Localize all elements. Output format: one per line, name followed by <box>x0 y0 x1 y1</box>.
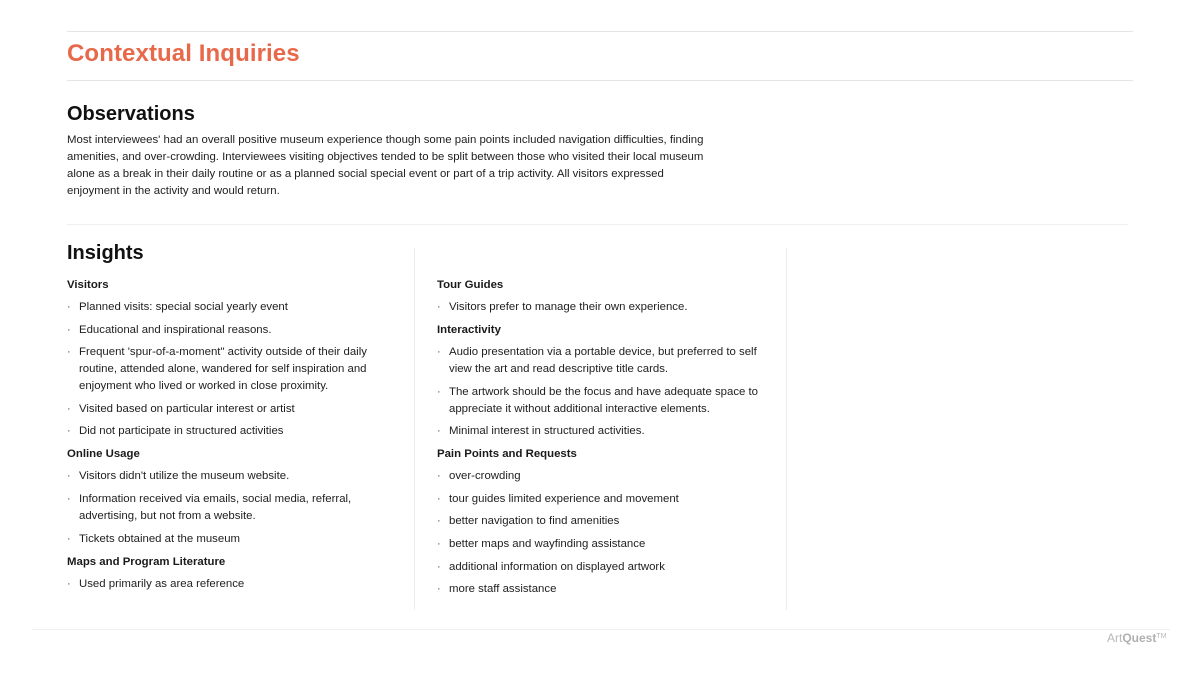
bullet-icon: · <box>67 470 71 483</box>
trademark-mark: TM <box>1156 633 1167 640</box>
brand-logo: ArtQuestTM <box>1107 631 1166 645</box>
insight-group-title: Visitors <box>67 279 109 291</box>
observations-heading: Observations <box>67 103 195 125</box>
list-item: · Did not participate in structured activ… <box>67 423 387 440</box>
list-item: · Visitors didn't utilize the museum webs… <box>67 468 387 485</box>
list-item-text: Used primarily as area reference <box>79 577 245 590</box>
list-item: · Frequent 'spur-of-a-moment" activity ou… <box>67 344 387 395</box>
bullet-icon: · <box>437 583 441 596</box>
insight-list: · Visitors prefer to manage their own exp… <box>437 299 767 316</box>
column-divider <box>786 248 787 610</box>
bullet-icon: · <box>437 301 441 313</box>
list-item-text: Educational and inspirational reasons. <box>79 323 272 336</box>
list-item: · better navigation to find amenities <box>437 513 767 530</box>
list-item: · better maps and wayfinding assistance <box>437 536 767 553</box>
list-item: · Educational and inspirational reasons. <box>67 322 387 339</box>
bullet-icon: · <box>437 346 441 358</box>
list-item-text: The artwork should be the focus and have… <box>449 385 759 415</box>
list-item: · more staff assistance <box>437 581 767 598</box>
section-divider <box>67 224 1128 225</box>
bullet-icon: · <box>437 492 441 505</box>
brand-light: Art <box>1107 631 1123 645</box>
top-divider <box>67 31 1133 32</box>
insight-list: · Planned visits: special social yearly e… <box>67 299 387 440</box>
column-divider <box>414 248 415 610</box>
insight-group-title: Tour Guides <box>437 279 504 291</box>
bullet-icon: · <box>67 492 71 505</box>
insight-group-title: Online Usage <box>67 448 140 461</box>
list-item: · tour guides limited experience and move… <box>437 491 767 508</box>
list-item-text: Visited based on particular interest or … <box>79 402 295 415</box>
insight-list: · Used primarily as area reference <box>67 576 387 593</box>
bullet-icon: · <box>437 385 441 398</box>
bullet-icon: · <box>67 402 71 415</box>
list-item-text: Tickets obtained at the museum <box>79 532 241 545</box>
list-item: · Information received via emails, social… <box>67 491 387 525</box>
bullet-icon: · <box>437 425 441 438</box>
insight-list: · over-crowding · tour guides limited exper… <box>437 468 767 598</box>
bullet-icon: · <box>67 323 71 336</box>
list-item-text: Frequent 'spur-of-a-moment" activity out… <box>79 346 367 393</box>
insight-group-title: Maps and Program Literature <box>67 555 226 568</box>
title-divider <box>67 80 1133 81</box>
bullet-icon: · <box>67 301 71 313</box>
list-item-text: additional information on displayed artw… <box>449 560 665 573</box>
list-item: · Visitors prefer to manage their own exp… <box>437 299 767 316</box>
list-item: · Visited based on particular interest or… <box>67 401 387 418</box>
list-item: · Planned visits: special social yearly e… <box>67 299 387 316</box>
footer-divider <box>32 629 1170 630</box>
bullet-icon: · <box>437 560 441 573</box>
list-item: · Minimal interest in structured activiti… <box>437 423 767 440</box>
observations-text: Most interviewees' had an overall positi… <box>67 134 704 197</box>
list-item-text: Audio presentation via a portable device… <box>449 346 757 375</box>
list-item-text: better maps and wayfinding assistance <box>449 537 646 550</box>
list-item-text: Did not participate in structured activi… <box>79 425 284 438</box>
bullet-icon: · <box>67 425 71 438</box>
list-item-text: Visitors didn't utilize the museum websi… <box>79 470 290 483</box>
list-item-text: over-crowding <box>449 470 521 483</box>
list-item-text: Planned visits: special social yearly ev… <box>79 301 288 313</box>
insight-group-title: Interactivity <box>437 324 501 336</box>
brand-bold: Quest <box>1122 631 1157 645</box>
insights-column-1: Visitors · Planned visits: special social … <box>67 277 387 599</box>
list-item-text: tour guides limited experience and movem… <box>449 492 679 505</box>
list-item: · Tickets obtained at the museum <box>67 531 387 548</box>
bullet-icon: · <box>437 470 441 483</box>
insight-group-title: Pain Points and Requests <box>437 448 577 461</box>
insights-column-2: Tour Guides · Visitors prefer to manage th… <box>437 277 767 604</box>
insights-heading: Insights <box>67 242 144 264</box>
list-item: · Audio presentation via a portable devic… <box>437 344 767 378</box>
list-item: · additional information on displayed art… <box>437 559 767 576</box>
bullet-icon: · <box>67 346 71 359</box>
insight-list: · Visitors didn't utilize the museum webs… <box>67 468 387 547</box>
bullet-icon: · <box>437 537 441 550</box>
bullet-icon: · <box>437 515 441 528</box>
list-item: · Used primarily as area reference <box>67 576 387 593</box>
list-item-text: Visitors prefer to manage their own expe… <box>449 301 688 313</box>
page-title: Contextual Inquiries <box>67 40 300 67</box>
bullet-icon: · <box>67 577 71 590</box>
list-item-text: more staff assistance <box>449 583 557 596</box>
list-item: · The artwork should be the focus and hav… <box>437 384 767 418</box>
list-item-text: Information received via emails, social … <box>79 492 352 522</box>
list-item-text: Minimal interest in structured activitie… <box>449 425 645 438</box>
list-item: · over-crowding <box>437 468 767 485</box>
list-item-text: better navigation to find amenities <box>449 515 620 528</box>
bullet-icon: · <box>67 532 71 545</box>
insight-list: · Audio presentation via a portable devic… <box>437 344 767 440</box>
